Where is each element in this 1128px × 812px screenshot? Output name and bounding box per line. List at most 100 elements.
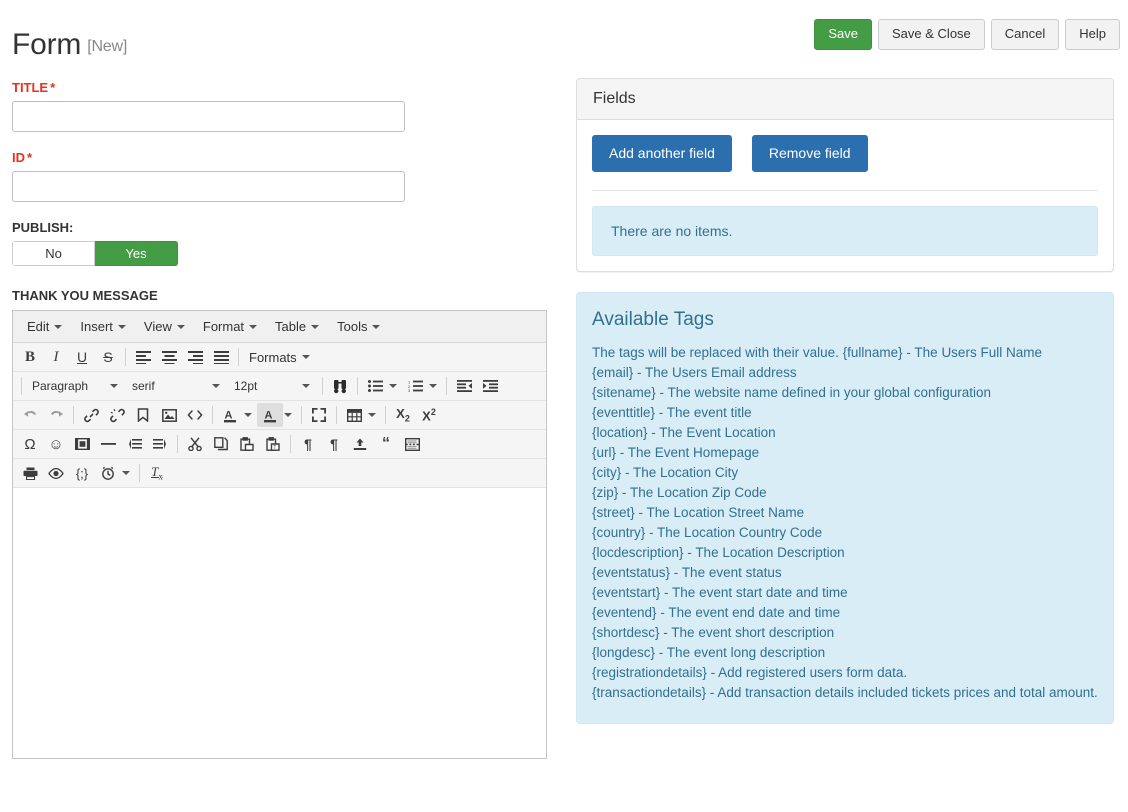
numbered-list-split[interactable]: 1 2 3 (402, 374, 442, 398)
indent-icon[interactable] (477, 374, 503, 398)
align-left-icon[interactable] (130, 345, 156, 369)
menu-view[interactable]: View (135, 316, 194, 337)
font-size-select[interactable]: 12pt (228, 375, 316, 397)
menu-format[interactable]: Format (194, 316, 266, 337)
underline-icon[interactable]: U (69, 345, 95, 369)
rtl-icon[interactable] (147, 432, 173, 456)
emoticon-icon[interactable]: ☺ (43, 432, 69, 456)
redo-icon[interactable] (43, 403, 69, 427)
tag-line: {zip} - The Location Zip Code (592, 484, 767, 500)
page-break-icon[interactable] (399, 432, 425, 456)
title-input[interactable] (12, 101, 405, 132)
font-family-select[interactable]: serif (126, 375, 226, 397)
text-color-split[interactable]: A (217, 403, 257, 427)
preview-icon[interactable] (43, 461, 69, 485)
editor-toolbar-row-5: {;} Tx (13, 459, 546, 488)
publish-toggle-no[interactable]: No (12, 241, 95, 266)
help-button[interactable]: Help (1065, 19, 1120, 51)
tag-line: {email} - The Users Email address (592, 364, 797, 380)
chevron-down-icon (176, 324, 185, 329)
editor-toolbar-row-3: A A X2 X2 (13, 401, 546, 430)
chevron-down-icon (212, 384, 220, 388)
publish-field-label: PUBLISH: (12, 220, 74, 235)
toolbar-separator (290, 435, 291, 453)
chevron-down-icon (249, 324, 258, 329)
table-split[interactable] (341, 403, 381, 427)
paste-icon[interactable] (234, 432, 260, 456)
insert-datetime-split[interactable] (95, 461, 135, 485)
align-center-icon[interactable] (156, 345, 182, 369)
available-tags-panel: Available Tags The tags will be replaced… (576, 291, 1114, 724)
remove-format-icon[interactable]: Tx (144, 461, 170, 485)
background-color-icon[interactable]: A (257, 403, 283, 427)
menu-tools-label: Tools (337, 319, 368, 334)
menu-table[interactable]: Table (266, 316, 328, 337)
special-character-icon[interactable]: Ω (17, 432, 43, 456)
save-button[interactable]: Save (814, 19, 873, 51)
remove-field-button[interactable]: Remove field (751, 135, 868, 172)
tag-line: {sitename} - The website name defined in… (592, 384, 992, 400)
show-blocks-icon[interactable]: ¶ (295, 432, 321, 456)
blockquote-icon[interactable]: “ (373, 432, 399, 456)
insert-datetime-icon[interactable] (95, 461, 121, 485)
form-left-column: TITLE * ID * PUBLISH: No Yes THANK YOU MES… (12, 80, 552, 759)
code-sample-icon[interactable]: {;} (69, 461, 95, 485)
fields-panel-heading: Fields (577, 79, 1113, 120)
background-color-split[interactable]: A (257, 403, 297, 427)
source-code-icon[interactable] (182, 403, 208, 427)
menu-insert[interactable]: Insert (71, 316, 135, 337)
strikethrough-icon[interactable]: S (95, 345, 121, 369)
undo-icon[interactable] (17, 403, 43, 427)
bullet-list-split[interactable] (362, 374, 402, 398)
copy-icon[interactable] (208, 432, 234, 456)
italic-icon[interactable]: I (43, 345, 69, 369)
numbered-list-icon[interactable]: 1 2 3 (402, 374, 428, 398)
id-label-text: ID (12, 150, 25, 165)
unlink-icon[interactable] (104, 403, 130, 427)
formats-dropdown[interactable]: Formats (243, 347, 316, 368)
available-tags-body: The tags will be replaced with their val… (592, 343, 1098, 703)
bold-icon[interactable]: B (17, 345, 43, 369)
toolbar-separator (322, 377, 323, 395)
bullet-list-icon[interactable] (362, 374, 388, 398)
font-size-value: 12pt (234, 379, 258, 393)
menu-edit-label: Edit (27, 319, 50, 334)
horizontal-rule-icon[interactable] (95, 432, 121, 456)
page-state-badge: [New] (87, 38, 128, 56)
visual-chars-icon[interactable]: ¶ (321, 432, 347, 456)
id-input[interactable] (12, 171, 405, 202)
text-color-icon[interactable]: A (217, 403, 243, 427)
cut-icon[interactable] (182, 432, 208, 456)
publish-toggle-yes[interactable]: Yes (95, 241, 178, 266)
block-format-select[interactable]: Paragraph (26, 375, 124, 397)
tag-line: {country} - The Location Country Code (592, 524, 823, 540)
align-right-icon[interactable] (182, 345, 208, 369)
toolbar-separator (125, 348, 126, 366)
link-icon[interactable] (78, 403, 104, 427)
chevron-down-icon (302, 384, 310, 388)
save-and-close-button[interactable]: Save & Close (878, 19, 985, 51)
anchor-icon[interactable] (130, 403, 156, 427)
subscript-icon[interactable]: X2 (390, 403, 416, 427)
table-icon[interactable] (341, 403, 367, 427)
editor-content-area[interactable] (13, 488, 546, 758)
insert-file-icon[interactable] (347, 432, 373, 456)
image-icon[interactable] (156, 403, 182, 427)
menu-edit[interactable]: Edit (18, 316, 71, 337)
media-icon[interactable] (69, 432, 95, 456)
tag-line: {eventstatus} - The event status (592, 564, 782, 580)
search-replace-icon[interactable] (327, 374, 353, 398)
menu-insert-label: Insert (80, 319, 113, 334)
fullscreen-icon[interactable] (306, 403, 332, 427)
cancel-button[interactable]: Cancel (990, 19, 1060, 51)
outdent-icon[interactable] (451, 374, 477, 398)
align-justify-icon[interactable] (208, 345, 234, 369)
add-another-field-button[interactable]: Add another field (592, 135, 732, 172)
menu-tools[interactable]: Tools (328, 316, 389, 337)
toolbar-separator (139, 464, 140, 482)
print-icon[interactable] (17, 461, 43, 485)
superscript-icon[interactable]: X2 (416, 403, 442, 427)
tag-line: {registrationdetails} - Add registered u… (592, 664, 908, 680)
ltr-icon[interactable] (121, 432, 147, 456)
paste-text-icon[interactable]: T (260, 432, 286, 456)
